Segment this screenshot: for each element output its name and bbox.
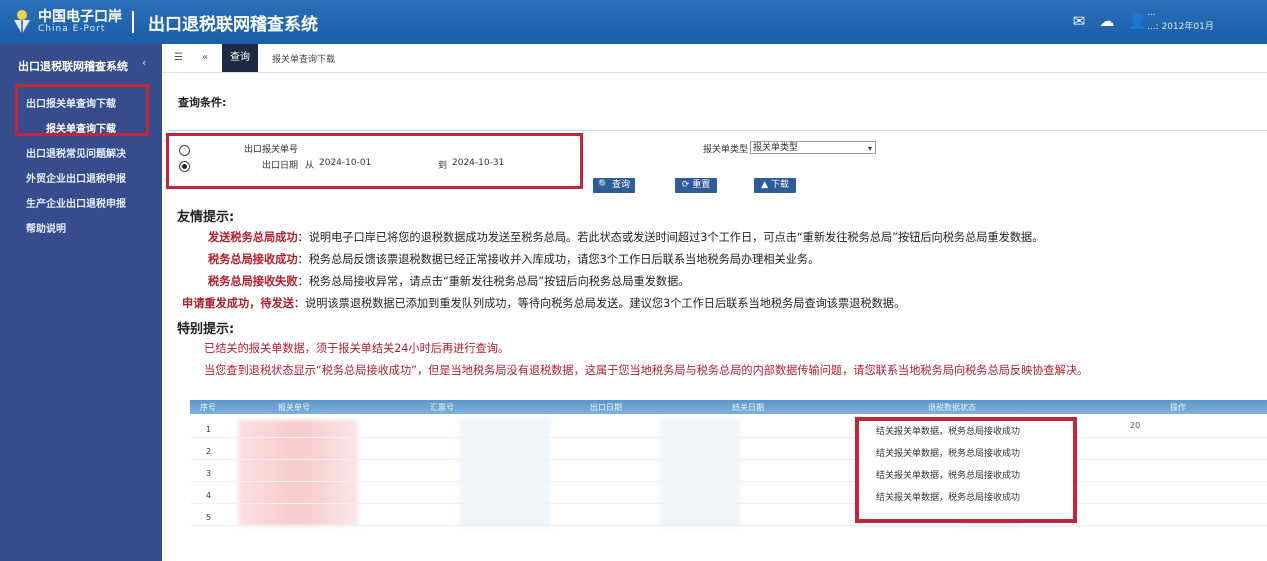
download-button[interactable]: ▲ 下载 (754, 178, 796, 193)
tip-key: 发送税务总局成功 (208, 231, 298, 244)
declaration-type-value: 报关单类型 (753, 143, 799, 153)
table-row (190, 459, 1267, 460)
help-icon[interactable]: ☁ (1099, 12, 1114, 30)
top-header: 中国电子口岸 China E-Port 出口退税联网稽查系统 ✉ ☁ 👤 ...… (0, 0, 1267, 44)
declaration-type-select[interactable]: 报关单类型 ▾ (750, 141, 876, 154)
logo-en: China E-Port (38, 24, 106, 34)
tab-query[interactable]: 查询 (222, 44, 258, 72)
mail-icon[interactable]: ✉ (1073, 12, 1086, 30)
sidebar-item-production[interactable]: 生产企业出口退税申报 (26, 195, 126, 210)
reset-button[interactable]: ⟳ 重置 (675, 178, 717, 193)
table-header: 序号 报关单号 汇票号 出口日期 结关日期 退税数据状态 操作 (190, 400, 1267, 414)
tip-key: 税务总局接收成功 (208, 253, 298, 266)
status-cell: 结关报关单数据，税务总局接收成功 (876, 449, 1021, 459)
eport-logo-icon (14, 10, 30, 34)
tip-text: ：说明电子口岸已将您的退税数据成功发送至税务总局。若此状态或发送时间超过3个工作… (297, 231, 1044, 244)
tip-row: 税务总局接收失败：税务总局接收异常，请点击“重新发往税务总局”按钮后向税务总局重… (208, 273, 690, 289)
redacted-column (660, 418, 740, 528)
highlight-box-form (166, 133, 583, 189)
special-tip-row: 当您查到退税状态显示“税务总局接收成功”，但是当地税务局没有退税数据，这属于您当… (204, 364, 1089, 377)
chevron-left-icon[interactable]: ‹ (142, 56, 146, 69)
tip-row: 发送税务总局成功：说明电子口岸已将您的退税数据成功发送至税务总局。若此状态或发送… (208, 229, 1043, 245)
back-icon[interactable]: « (202, 52, 208, 63)
tip-row: 申请重发成功，待发送：说明该票退税数据已添加到重发队列成功，等待向税务总局发送。… (182, 295, 905, 311)
special-tips-title: 特别提示: (177, 322, 235, 337)
download-icon: ▲ (761, 180, 769, 190)
tip-key: 申请重发成功，待发送 (182, 297, 294, 310)
sidebar-item-foreign-trade[interactable]: 外贸企业出口退税申报 (26, 170, 126, 185)
column-header: 操作 (1170, 403, 1186, 412)
reset-icon: ⟳ (681, 180, 690, 190)
redacted-declaration-numbers (238, 420, 358, 526)
query-button[interactable]: 🔍 查询 (593, 178, 635, 193)
row-number: 4 (206, 491, 212, 500)
sidebar-item-faq[interactable]: 出口退税常见问题解决 (26, 145, 126, 160)
row-number: 1 (206, 425, 212, 434)
title-separator (132, 11, 134, 33)
user-line-2: ...: 2012年01月 (1147, 22, 1214, 32)
table-row (190, 503, 1267, 504)
table-row (190, 437, 1267, 438)
query-conditions-label: 查询条件: (178, 96, 227, 109)
chevron-down-icon: ▾ (867, 144, 872, 153)
query-button-label: 查询 (612, 180, 631, 190)
user-line-1: ... (1147, 8, 1156, 18)
tips-title: 友情提示: (177, 210, 235, 225)
action-cell: 20 (1130, 421, 1141, 430)
redacted-column (460, 418, 550, 528)
form-divider (168, 130, 1267, 131)
tip-key: 税务总局接收失败 (208, 275, 298, 288)
status-cell: 结关报关单数据，税务总局接收成功 (876, 471, 1021, 481)
column-header: 报关单号 (278, 403, 310, 412)
table-row (190, 481, 1267, 482)
column-header: 序号 (200, 403, 216, 412)
column-header: 出口日期 (590, 403, 622, 412)
special-tip-row: 已结关的报关单数据，须于报关单结关24小时后再进行查询。 (204, 342, 510, 355)
column-header: 汇票号 (430, 403, 454, 412)
tip-text: ：税务总局接收异常，请点击“重新发往税务总局”按钮后向税务总局重发数据。 (297, 275, 690, 288)
reset-button-label: 重置 (692, 180, 711, 190)
logo-cn: 中国电子口岸 (38, 9, 122, 25)
menu-icon[interactable]: ☰ (174, 52, 183, 63)
declaration-type-label: 报关单类型 (703, 145, 749, 155)
tip-row: 税务总局接收成功：税务总局反馈该票退税数据已经正常接收并入库成功，请您3个工作日… (208, 251, 819, 267)
highlight-box-sidebar (15, 84, 149, 136)
system-title: 出口退税联网稽查系统 (148, 15, 318, 35)
download-button-label: 下载 (770, 180, 789, 190)
row-number: 2 (206, 447, 212, 456)
table-row (190, 525, 1267, 526)
status-cell: 结关报关单数据，税务总局接收成功 (876, 427, 1021, 437)
search-icon: 🔍 (597, 180, 610, 190)
user-icon[interactable]: 👤 (1128, 12, 1147, 30)
row-number: 3 (206, 469, 212, 478)
header-icons: ✉ ☁ 👤 (1073, 12, 1147, 30)
column-header: 退税数据状态 (928, 403, 976, 412)
sidebar-item-help[interactable]: 帮助说明 (26, 220, 66, 235)
tab-declaration-query[interactable]: 报关单查询下载 (272, 52, 335, 65)
row-number: 5 (206, 513, 212, 522)
sidebar-title: 出口退税联网稽查系统 (18, 60, 128, 73)
column-header: 结关日期 (732, 403, 764, 412)
tip-text: ：说明该票退税数据已添加到重发队列成功，等待向税务总局发送。建议您3个工作日后联… (293, 297, 906, 310)
tip-text: ：税务总局反馈该票退税数据已经正常接收并入库成功，请您3个工作日后联系当地税务局… (297, 253, 820, 266)
status-cell: 结关报关单数据，税务总局接收成功 (876, 493, 1021, 503)
user-info: ... ...: 2012年01月 (1147, 6, 1267, 34)
